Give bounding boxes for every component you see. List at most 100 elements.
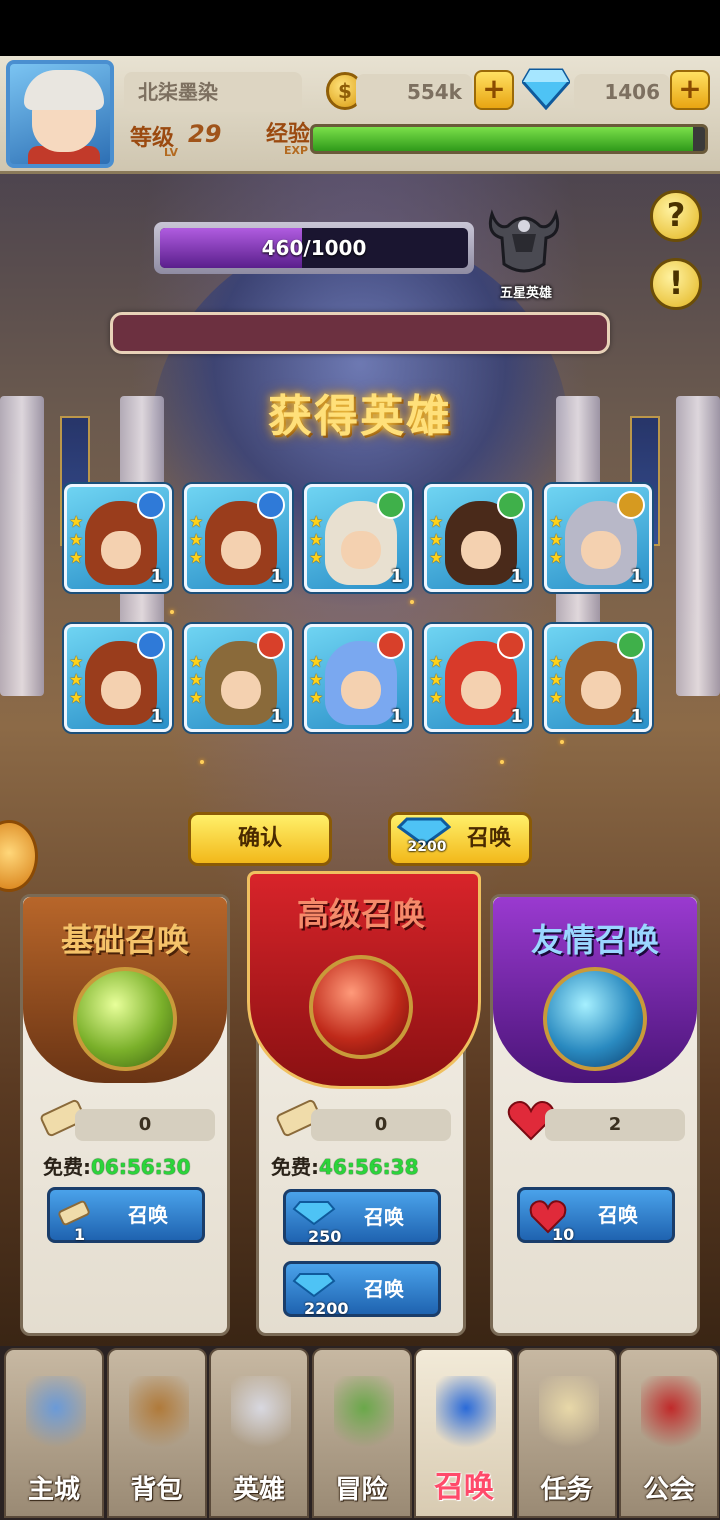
advanced-summon-2200-button[interactable]: 2200 召唤 [283, 1261, 441, 1318]
notice-button[interactable]: ! [650, 258, 702, 310]
sparkle [410, 600, 414, 604]
nav-tab[interactable]: 背包 [106, 1348, 207, 1518]
star-icon: ★ [189, 512, 204, 531]
star-rating: ★ ★ ★ [69, 513, 87, 567]
nav-tab-label: 召唤 [434, 1470, 494, 1505]
hero-face [101, 671, 141, 709]
five-star-progress-bar: 460/1000 [154, 222, 474, 274]
nav-tab-label: 背包 [130, 1475, 183, 1505]
star-icon: ★ [69, 670, 84, 689]
star-icon: ★ [429, 670, 444, 689]
star-rating: ★ ★ ★ [69, 653, 87, 707]
hero-face [341, 671, 381, 709]
star-icon: ★ [69, 530, 84, 549]
basic-summon-orb [73, 967, 177, 1071]
nav-tab[interactable]: 英雄 [209, 1348, 309, 1518]
island-icon [333, 1376, 394, 1456]
wind-element-icon [497, 491, 525, 519]
star-icon: ★ [189, 652, 204, 671]
wind-element-icon [377, 491, 405, 519]
bottom-navigation: 主城 背包 英雄 冒险 召唤 任务 公会 [0, 1346, 720, 1520]
hero-card[interactable]: ★ ★ ★ 1 [64, 624, 172, 732]
nav-tab-label: 英雄 [232, 1475, 285, 1505]
friend-summon-title: 友情召唤 [530, 921, 659, 959]
sparkle [200, 760, 204, 764]
friend-summon-panel: 友情召唤 2 10 召唤 [490, 894, 700, 1336]
star-icon: ★ [549, 670, 564, 689]
hero-count: 1 [390, 566, 403, 587]
hero-card[interactable]: ★ ★ ★ 1 [424, 624, 532, 732]
hero-count: 1 [150, 706, 163, 727]
add-gems-button[interactable]: + [670, 70, 710, 110]
backpack-icon [128, 1376, 189, 1456]
nav-tab[interactable]: 公会 [619, 1348, 719, 1518]
nav-tab[interactable]: 任务 [516, 1348, 617, 1518]
star-icon: ★ [549, 652, 564, 671]
basic-summon-button[interactable]: 1 召唤 [47, 1187, 205, 1244]
summon-again-button[interactable]: 2200 召唤 [388, 812, 532, 866]
hero-card[interactable]: ★ ★ ★ 1 [184, 484, 292, 592]
confirm-button[interactable]: 确认 [188, 812, 332, 866]
star-rating: ★ ★ ★ [549, 513, 567, 567]
hero-card[interactable]: ★ ★ ★ 1 [544, 484, 652, 592]
nav-tab-label: 冒险 [335, 1475, 388, 1505]
hero-card[interactable]: ★ ★ ★ 1 [304, 624, 412, 732]
scroll-icon [538, 1376, 599, 1456]
hero-card[interactable]: ★ ★ ★ 1 [64, 484, 172, 592]
nav-tab[interactable]: 召唤 [414, 1348, 514, 1518]
summon-again-label: 召唤 [467, 826, 512, 851]
star-icon: ★ [429, 688, 444, 707]
star-icon: ★ [69, 688, 84, 707]
advanced-summon-orb [309, 955, 413, 1059]
message-strip [110, 312, 610, 354]
hero-face [221, 531, 261, 569]
hero-card[interactable]: ★ ★ ★ 1 [544, 624, 652, 732]
hero-card[interactable]: ★ ★ ★ 1 [184, 624, 292, 732]
add-gold-button[interactable]: + [474, 70, 514, 110]
hero-count: 1 [510, 566, 523, 587]
friendship-point-count: 2 [545, 1109, 685, 1141]
five-star-helmet-icon[interactable] [484, 204, 564, 278]
hero-count: 1 [630, 706, 643, 727]
player-avatar[interactable] [6, 60, 114, 168]
star-icon: ★ [69, 548, 84, 567]
star-icon: ★ [309, 670, 324, 689]
nav-tab[interactable]: 主城 [4, 1348, 104, 1518]
friend-summon-orb [543, 967, 647, 1071]
star-icon: ★ [549, 688, 564, 707]
friend-summon-button[interactable]: 10 召唤 [517, 1187, 675, 1244]
advanced-summon-title: 高级召唤 [296, 895, 425, 933]
water-element-icon [257, 491, 285, 519]
star-rating: ★ ★ ★ [429, 513, 447, 567]
sparkle [560, 740, 564, 744]
star-rating: ★ ★ ★ [189, 653, 207, 707]
hero-card[interactable]: ★ ★ ★ 1 [304, 484, 412, 592]
star-icon: ★ [189, 670, 204, 689]
nav-tab-label: 公会 [642, 1475, 695, 1505]
hero-card[interactable]: ★ ★ ★ 1 [424, 484, 532, 592]
wind-element-icon [617, 631, 645, 659]
nav-tab[interactable]: 冒险 [311, 1348, 412, 1518]
fire-element-icon [497, 631, 525, 659]
guild-banner-icon [641, 1376, 701, 1456]
hero-results-grid: ★ ★ ★ 1 ★ ★ ★ 1 ★ ★ ★ 1 ★ ★ ★ 1 ★ ★ ★ 1 ★ ★ ★ 1 ★ ★ ★ 1 ★ ★ ★ 1 ★ ★ ★ 1 ★ ★ ★ 1 [64, 484, 664, 734]
hero-face [461, 531, 501, 569]
help-button[interactable]: ? [650, 190, 702, 242]
star-icon: ★ [189, 548, 204, 567]
basic-scroll-count: 0 [75, 1109, 215, 1141]
basic-summon-title: 基础召唤 [60, 921, 189, 959]
star-icon: ★ [309, 548, 324, 567]
sparkle [170, 610, 174, 614]
star-icon: ★ [309, 652, 324, 671]
star-icon: ★ [309, 688, 324, 707]
star-icon: ★ [189, 688, 204, 707]
advanced-summon-250-button[interactable]: 250 召唤 [283, 1189, 441, 1246]
star-icon: ★ [189, 530, 204, 549]
diamond-icon [522, 68, 570, 110]
star-icon: ★ [429, 548, 444, 567]
advanced-summon-panel: 高级召唤 0 免费:46:56:38 250 召唤 2200 召唤 [247, 871, 481, 1336]
hero-face [341, 531, 381, 569]
player-name: 北柒墨染 [124, 72, 302, 112]
player-level: 等级 LV 29 [130, 120, 222, 159]
star-icon: ★ [69, 512, 84, 531]
